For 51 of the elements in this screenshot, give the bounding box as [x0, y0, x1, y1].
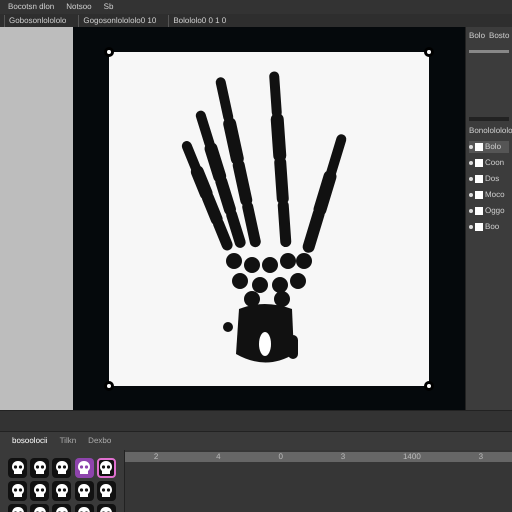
skull-icon: [99, 460, 114, 476]
skull-icon: [32, 483, 47, 499]
skull-icon: [54, 460, 69, 476]
ruler-label: 3: [478, 451, 484, 463]
skull-tile[interactable]: [30, 481, 50, 501]
layer-row[interactable]: Oggo: [469, 205, 509, 217]
layer-name: Bolo: [485, 141, 502, 153]
skull-tile[interactable]: [8, 458, 27, 478]
layer-name: Moco: [485, 189, 505, 201]
layer-row[interactable]: Boo: [469, 221, 509, 233]
panel-tab[interactable]: Dexbo: [88, 435, 112, 447]
layer-name: Boo: [485, 221, 500, 233]
slider-track[interactable]: [469, 50, 509, 53]
skull-icon: [77, 460, 92, 476]
ruler-label: 2: [154, 451, 158, 463]
layer-name: Dos: [485, 173, 500, 185]
menu-item[interactable]: Bocotsn dlon: [8, 1, 54, 13]
ruler-label: 0: [278, 451, 283, 463]
skull-icon: [10, 483, 24, 499]
skull-tile[interactable]: [96, 458, 116, 478]
ruler-label: 4: [216, 451, 221, 463]
panel-tab[interactable]: Bosto: [489, 30, 510, 42]
layer-row[interactable]: Dos: [469, 173, 509, 185]
panel-tab[interactable]: Tilkn: [60, 435, 76, 447]
layer-name: Oggo: [485, 205, 505, 217]
menu-item[interactable]: Sb: [104, 1, 114, 13]
skull-icon: [32, 460, 47, 476]
layer-row[interactable]: Moco: [469, 189, 509, 201]
panel-tab[interactable]: bosoolocii: [12, 435, 48, 447]
skull-icon: [54, 483, 69, 499]
layer-row[interactable]: Coon: [469, 157, 509, 169]
skull-icon: [99, 483, 114, 499]
ruler-label: 1400: [402, 451, 421, 463]
skull-tile[interactable]: [52, 481, 72, 501]
layer-row[interactable]: Bolo: [469, 141, 509, 153]
skull-tile[interactable]: [52, 458, 72, 478]
skull-icon: [10, 460, 24, 476]
skull-tile[interactable]: [74, 458, 94, 478]
corner-handle[interactable]: [104, 381, 114, 391]
panel-tab[interactable]: Bolo: [469, 30, 486, 42]
corner-handle[interactable]: [424, 381, 434, 391]
layer-name: Coon: [485, 157, 504, 169]
skull-tile[interactable]: [30, 458, 50, 478]
skull-tile[interactable]: [74, 481, 94, 501]
skull-icon: [77, 483, 92, 499]
menu-item[interactable]: Notsoo: [66, 1, 92, 13]
corner-handle[interactable]: [424, 47, 434, 57]
ruler-label: 3: [340, 451, 346, 463]
skull-tile[interactable]: [8, 481, 27, 501]
corner-handle[interactable]: [104, 47, 114, 57]
skull-tile[interactable]: [96, 481, 116, 501]
